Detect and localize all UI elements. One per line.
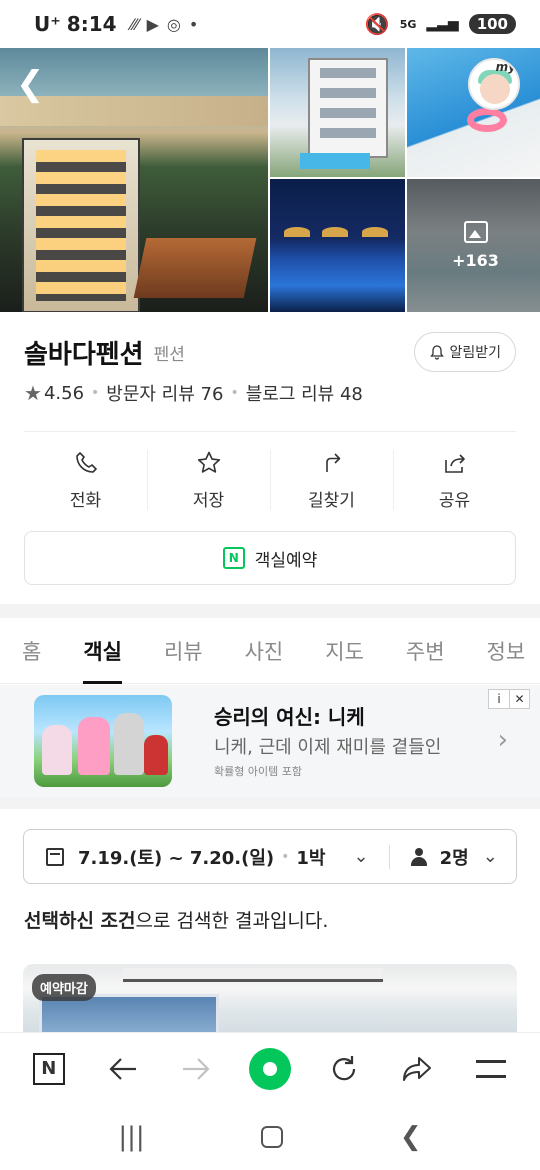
sold-out-badge: 예약마감 <box>32 974 96 1001</box>
call-button[interactable]: 전화 <box>24 446 147 514</box>
ad-description[interactable]: 니케, 근데 이제 재미를 곁들인 <box>214 733 441 759</box>
rating-row: ★ 4.56 • 방문자 리뷰 76 • 블로그 리뷰 48 <box>24 380 363 406</box>
blog-reviews-link[interactable]: 블로그 리뷰 48 <box>246 380 363 406</box>
save-label: 저장 <box>192 490 225 511</box>
action-bar: 전화 저장 길찾기 공유 <box>24 446 516 514</box>
calendar-icon <box>46 847 64 866</box>
room-reservation-button[interactable]: N 객실예약 <box>24 531 516 585</box>
ad-note: 확률형 아이템 포함 <box>214 765 302 778</box>
chevron-right-icon[interactable]: › <box>498 725 508 755</box>
call-label: 전화 <box>69 490 102 511</box>
directions-button[interactable]: 길찾기 <box>270 446 393 514</box>
ad-title[interactable]: 승리의 여신: 니케 <box>214 701 365 730</box>
browser-toolbar: N <box>0 1032 540 1104</box>
naver-booking-icon: N <box>222 547 245 569</box>
alert-button[interactable]: 알림받기 <box>414 332 516 372</box>
recent-apps-icon[interactable]: ||| <box>118 1122 144 1152</box>
back-button[interactable] <box>98 1044 148 1094</box>
naver-home-button[interactable]: N <box>24 1044 74 1094</box>
result-message: 선택하신 조건으로 검색한 결과입니다. <box>24 910 329 932</box>
star-icon: ★ <box>24 381 42 405</box>
system-back-icon[interactable]: ❮ <box>400 1122 422 1152</box>
tab-rooms[interactable]: 객실 <box>83 618 122 684</box>
tab-map[interactable]: 지도 <box>325 618 364 684</box>
photo-gallery: +163 <box>0 48 540 312</box>
chevron-down-icon[interactable]: ⌄ <box>483 846 498 867</box>
place-title: 솔바다펜션 <box>24 339 144 370</box>
arrow-left-icon <box>108 1057 136 1080</box>
image-icon <box>463 221 488 243</box>
tab-info[interactable]: 정보 <box>487 618 526 684</box>
forward-button[interactable] <box>171 1044 221 1094</box>
alert-label: 알림받기 <box>449 345 501 361</box>
more-photos-count: +163 <box>452 251 499 270</box>
photo-more[interactable]: +163 <box>407 179 540 312</box>
share-label: 공유 <box>438 490 471 511</box>
my-avatar[interactable]: my <box>468 58 520 110</box>
ad-image[interactable] <box>34 695 172 787</box>
clock: 8:14 <box>66 12 117 36</box>
nights-count[interactable]: 1박 <box>296 844 325 870</box>
rating-value: 4.56 <box>43 382 85 404</box>
tab-photos[interactable]: 사진 <box>245 618 284 684</box>
menu-button[interactable] <box>466 1044 516 1094</box>
place-category: 펜션 <box>153 344 185 365</box>
save-button[interactable]: 저장 <box>147 446 270 514</box>
person-icon <box>410 847 428 866</box>
star-outline-icon <box>197 451 220 473</box>
back-arrow-icon[interactable]: ❮ <box>16 66 52 102</box>
visitor-reviews-link[interactable]: 방문자 리뷰 76 <box>106 380 223 406</box>
chrome-icon: ◎ <box>166 14 181 34</box>
share-button[interactable]: 공유 <box>393 446 516 514</box>
carrier-label: U⁺ <box>34 12 61 36</box>
date-guest-filter: 7.19.(토) ~ 7.20.(일) • 1박 ⌄ 2명 ⌄ <box>23 829 517 884</box>
green-dot-button[interactable] <box>245 1044 295 1094</box>
bell-icon <box>430 345 445 360</box>
share-page-button[interactable] <box>392 1044 442 1094</box>
youtube-icon: ▶ <box>146 14 159 34</box>
guest-count[interactable]: 2명 <box>440 844 469 870</box>
divider <box>24 431 516 432</box>
mute-icon: 🔇 <box>364 12 390 36</box>
system-navigation-bar: ||| ❮ <box>0 1104 540 1170</box>
forward-share-icon <box>403 1056 432 1081</box>
reload-icon <box>332 1055 355 1080</box>
tab-nearby[interactable]: 주변 <box>406 618 445 684</box>
directions-label: 길찾기 <box>308 490 355 511</box>
reservation-label: 객실예약 <box>254 550 318 571</box>
ad-badge: i ✕ <box>488 689 530 709</box>
directions-icon <box>325 452 340 472</box>
hamburger-menu-icon <box>476 1059 507 1078</box>
arrow-right-icon <box>183 1057 210 1080</box>
status-bar: U⁺ 8:14 ⁄⁄⁄ ▶ ◎ • 🔇 5G ▂▃▅ 100 <box>0 0 540 48</box>
tab-home[interactable]: 홈 <box>22 618 41 684</box>
phone-icon <box>75 451 97 473</box>
ad-info-icon[interactable]: i <box>489 690 509 708</box>
place-header: 솔바다펜션 펜션 알림받기 <box>24 330 516 374</box>
share-icon <box>444 453 465 473</box>
photo-villa[interactable] <box>270 48 405 177</box>
home-icon[interactable] <box>261 1126 284 1148</box>
green-dot-icon <box>248 1047 291 1090</box>
ad-banner[interactable]: 승리의 여신: 니케 니케, 근데 이제 재미를 곁들인 확률형 아이템 포함 … <box>0 685 540 797</box>
signal-bars-icon: ▂▃▅ <box>426 16 459 32</box>
battery-indicator: 100 <box>468 14 516 34</box>
date-range[interactable]: 7.19.(토) ~ 7.20.(일) <box>78 844 274 870</box>
network-label: 5G <box>399 17 417 31</box>
reload-button[interactable] <box>319 1044 369 1094</box>
chevron-down-icon[interactable]: ⌄ <box>354 846 369 867</box>
tab-reviews[interactable]: 리뷰 <box>164 618 203 684</box>
notification-dot-icon: • <box>188 14 199 34</box>
ad-close-icon[interactable]: ✕ <box>509 690 529 708</box>
section-tabs: 홈 객실 리뷰 사진 지도 주변 정보 <box>0 618 540 684</box>
signal-strength-icon: ⁄⁄⁄ <box>130 14 139 34</box>
naver-n-icon: N <box>32 1052 65 1085</box>
photo-night-pool[interactable] <box>270 179 405 312</box>
